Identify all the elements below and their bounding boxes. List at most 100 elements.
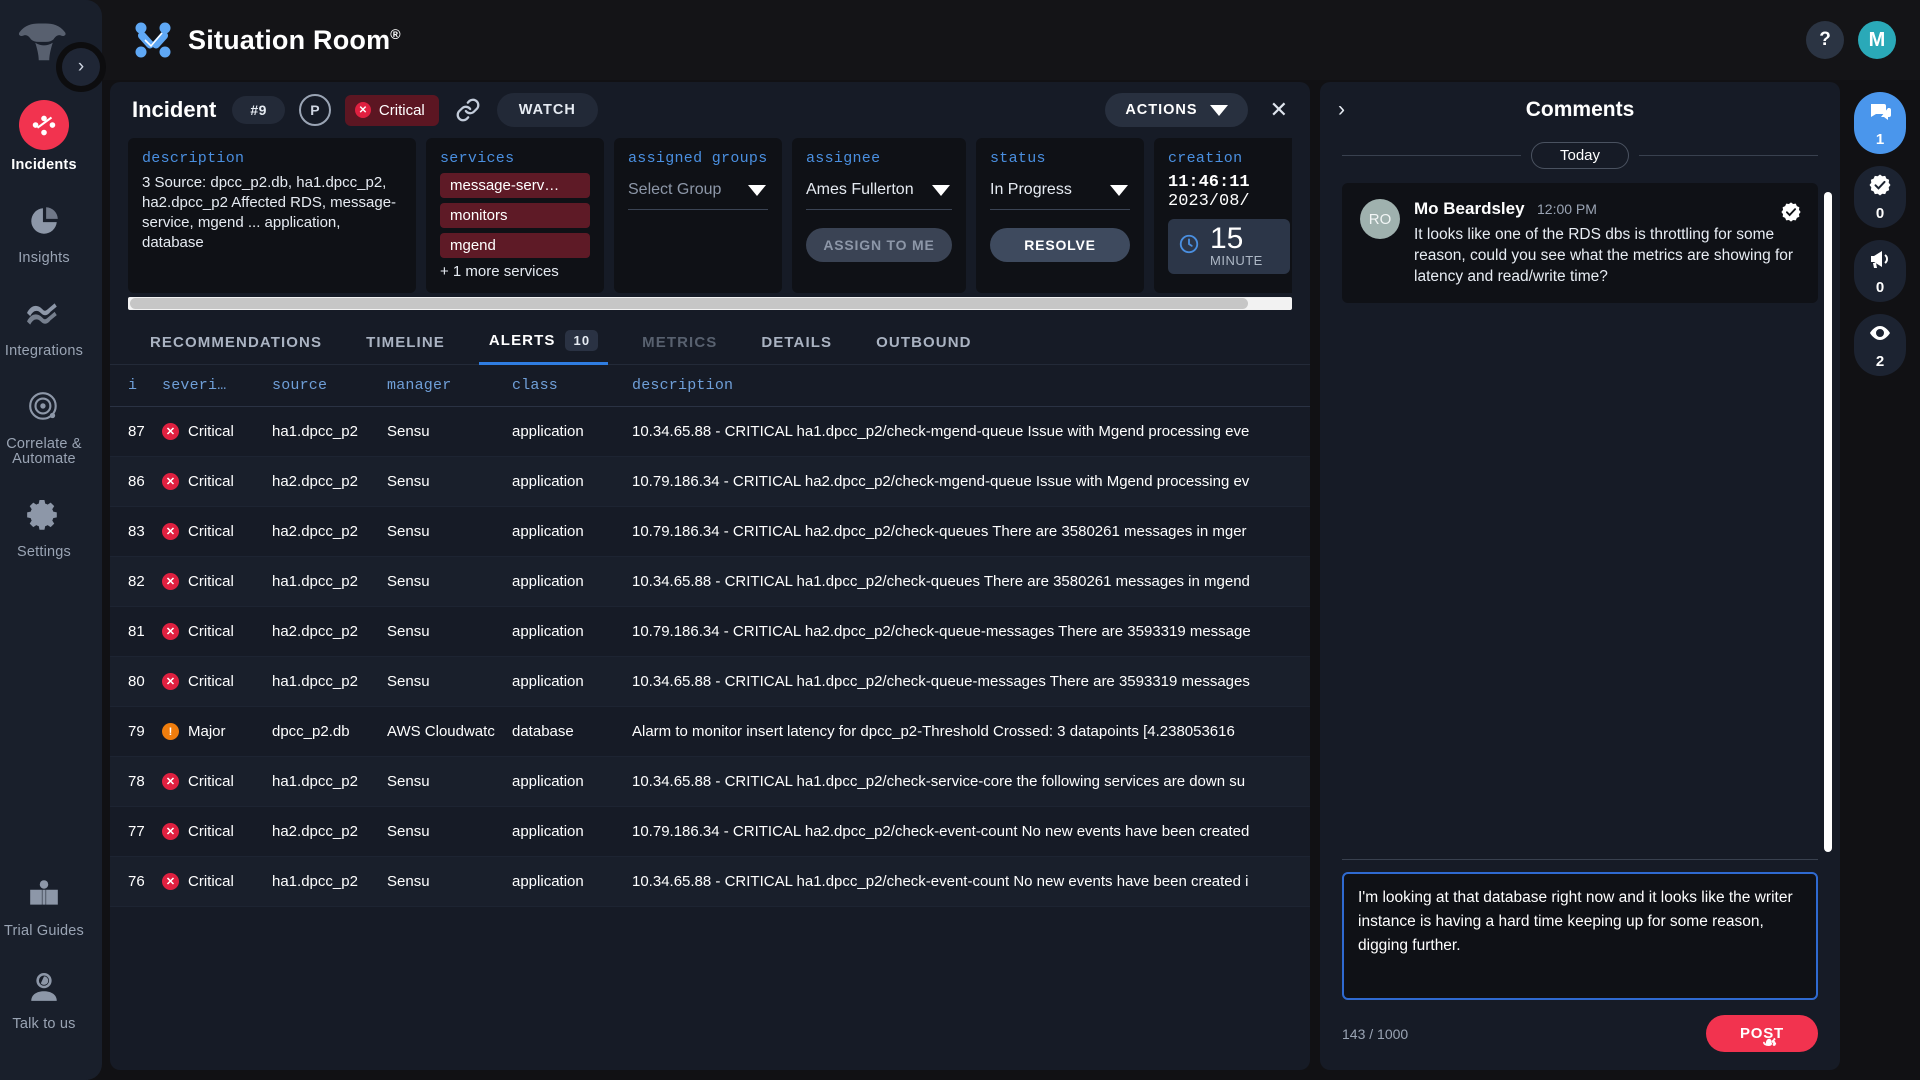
comment-input[interactable]: [1342, 872, 1818, 1000]
sidebar-item-talk-to-us[interactable]: Talk to us: [0, 965, 88, 1054]
table-row[interactable]: 83 ✕ Critical ha2.dpcc_p2 Sensu application 10…: [110, 507, 1310, 557]
column-header-i[interactable]: i: [110, 377, 162, 394]
scrollbar-thumb[interactable]: [130, 298, 1248, 309]
comment-author: Mo Beardsley: [1414, 199, 1525, 218]
comments-scrollbar[interactable]: [1824, 192, 1832, 852]
services-more-label[interactable]: + 1 more services: [440, 263, 590, 280]
clock-icon: [1178, 233, 1200, 260]
sidebar-item-label: Integrations: [4, 343, 84, 359]
comments-title: Comments: [1525, 98, 1635, 121]
cell-class: application: [512, 873, 584, 890]
table-row[interactable]: 86 ✕ Critical ha2.dpcc_p2 Sensu application 10…: [110, 457, 1310, 507]
mouse-cursor-icon: ☙: [1761, 1032, 1779, 1052]
table-row[interactable]: 79! Major dpcc_p2.db AWS Cloudwatc database A…: [110, 707, 1310, 757]
severity-chip[interactable]: ✕ Critical: [344, 94, 439, 126]
avatar: RO: [1360, 199, 1400, 239]
gear-icon: [22, 493, 66, 537]
tab-details[interactable]: DETAILS: [739, 328, 854, 364]
incident-header-bar: Incident #9 P ✕ Critical WATCH ACTIONS ✕: [110, 82, 1310, 138]
support-agent-icon: [22, 965, 66, 1009]
assign-to-me-button[interactable]: ASSIGN TO ME: [806, 228, 952, 262]
table-row[interactable]: 87 ✕ Critical ha1.dpcc_p2 Sensu application 10…: [110, 407, 1310, 457]
help-button[interactable]: ?: [1806, 21, 1844, 59]
cell-class: application: [512, 673, 584, 690]
column-header-severity[interactable]: severi…: [162, 377, 272, 394]
cell-manager: Sensu: [387, 873, 430, 890]
severity-critical-icon: ✕: [354, 102, 371, 118]
assignee-select[interactable]: Ames Fullerton: [806, 175, 952, 210]
severity-critical-icon: ✕: [162, 873, 179, 890]
severity-critical-icon: ✕: [162, 773, 179, 790]
table-row[interactable]: 77 ✕ Critical ha2.dpcc_p2 Sensu application 10…: [110, 807, 1310, 857]
cell-description: 10.34.65.88 - CRITICAL ha1.dpcc_p2/check…: [632, 873, 1249, 890]
character-count: 143 / 1000: [1342, 1025, 1409, 1042]
alerts-table-header: i severi… source manager class descripti…: [110, 365, 1310, 407]
card-label: assigned groups: [628, 150, 768, 167]
comments-panel: › Comments Today RO Mo Beardsley 12:00 P…: [1320, 82, 1840, 1070]
tab-recommendations[interactable]: RECOMMENDATIONS: [128, 328, 344, 364]
post-button[interactable]: POST ☙: [1705, 1015, 1818, 1052]
cell-source: ha1.dpcc_p2: [272, 873, 358, 890]
rail-button-verified[interactable]: 0: [1854, 166, 1906, 228]
severity-label: Critical: [188, 523, 234, 540]
sidebar-item-trial-guides[interactable]: Trial Guides: [0, 872, 88, 939]
column-header-manager[interactable]: manager: [387, 377, 512, 394]
table-row[interactable]: 82 ✕ Critical ha1.dpcc_p2 Sensu application 10…: [110, 557, 1310, 607]
cards-scroll-container: description 3 Source: dpcc_p2.db, ha1.dp…: [128, 138, 1292, 293]
sidebar-expand-button[interactable]: ›: [62, 48, 100, 86]
tab-alerts[interactable]: ALERTS 10: [467, 324, 620, 365]
rail-button-comments[interactable]: 1: [1854, 92, 1906, 154]
sidebar-item-incidents[interactable]: Incidents: [0, 100, 88, 173]
close-icon[interactable]: ✕: [1270, 97, 1288, 123]
severity-label: Critical: [188, 773, 234, 790]
actions-button[interactable]: ACTIONS: [1105, 93, 1248, 127]
cell-class: application: [512, 523, 584, 540]
sidebar-item-label: Talk to us: [12, 1016, 76, 1032]
chevron-down-icon: [932, 184, 950, 196]
table-row[interactable]: 76 ✕ Critical ha1.dpcc_p2 Sensu application 10…: [110, 857, 1310, 907]
rail-button-announcements[interactable]: 0: [1854, 240, 1906, 302]
cell-source: dpcc_p2.db: [272, 723, 350, 740]
tab-metrics[interactable]: METRICS: [620, 328, 739, 364]
watch-button[interactable]: WATCH: [496, 93, 598, 127]
incidents-icon: [19, 100, 69, 150]
table-row[interactable]: 80 ✕ Critical ha1.dpcc_p2 Sensu application 10…: [110, 657, 1310, 707]
table-row[interactable]: 78 ✕ Critical ha1.dpcc_p2 Sensu application 10…: [110, 757, 1310, 807]
sidebar-item-label: Correlate & Automate: [6, 436, 82, 467]
link-icon[interactable]: [455, 97, 481, 123]
tab-alerts-label: ALERTS: [488, 332, 556, 349]
sidebar-item-settings[interactable]: Settings: [0, 493, 88, 560]
sidebar-item-correlate-automate[interactable]: Correlate & Automate: [0, 385, 88, 467]
cell-severity: ✕ Critical: [162, 523, 272, 540]
priority-badge[interactable]: P: [298, 94, 331, 126]
assigned-groups-select[interactable]: Select Group: [628, 175, 768, 210]
table-row[interactable]: 81 ✕ Critical ha2.dpcc_p2 Sensu application 10…: [110, 607, 1310, 657]
column-header-description[interactable]: description: [632, 377, 1310, 394]
sidebar-item-insights[interactable]: Insights: [0, 199, 88, 266]
radar-icon: [22, 385, 66, 429]
cards-horizontal-scrollbar[interactable]: [128, 297, 1292, 310]
column-header-class[interactable]: class: [512, 377, 632, 394]
avatar[interactable]: M: [1858, 21, 1896, 59]
creation-date: 2023/08/: [1168, 192, 1250, 211]
cell-manager: Sensu: [387, 423, 430, 440]
card-label: services: [440, 150, 515, 167]
cell-severity: ! Major: [162, 723, 272, 740]
service-chip[interactable]: message-serv…: [440, 173, 590, 198]
service-chip[interactable]: mgend: [440, 233, 590, 258]
incident-detail-cards: description 3 Source: dpcc_p2.db, ha1.dp…: [110, 138, 1310, 310]
sidebar-item-integrations[interactable]: Integrations: [0, 292, 88, 359]
service-chip[interactable]: monitors: [440, 203, 590, 228]
page-title: Situation Room®: [188, 25, 401, 56]
cell-manager: Sensu: [387, 673, 430, 690]
cell-description: 10.34.65.88 - CRITICAL ha1.dpcc_p2/check…: [632, 773, 1246, 790]
app-title-text: Situation Room: [188, 24, 391, 55]
resolve-button[interactable]: RESOLVE: [990, 228, 1130, 262]
incident-number-badge[interactable]: #9: [232, 96, 285, 124]
column-header-source[interactable]: source: [272, 377, 387, 394]
tab-outbound[interactable]: OUTBOUND: [854, 328, 993, 364]
comments-collapse-button[interactable]: ›: [1338, 98, 1368, 122]
tab-timeline[interactable]: TIMELINE: [344, 328, 467, 364]
rail-button-watchers[interactable]: 2: [1854, 314, 1906, 376]
status-select[interactable]: In Progress: [990, 175, 1130, 210]
